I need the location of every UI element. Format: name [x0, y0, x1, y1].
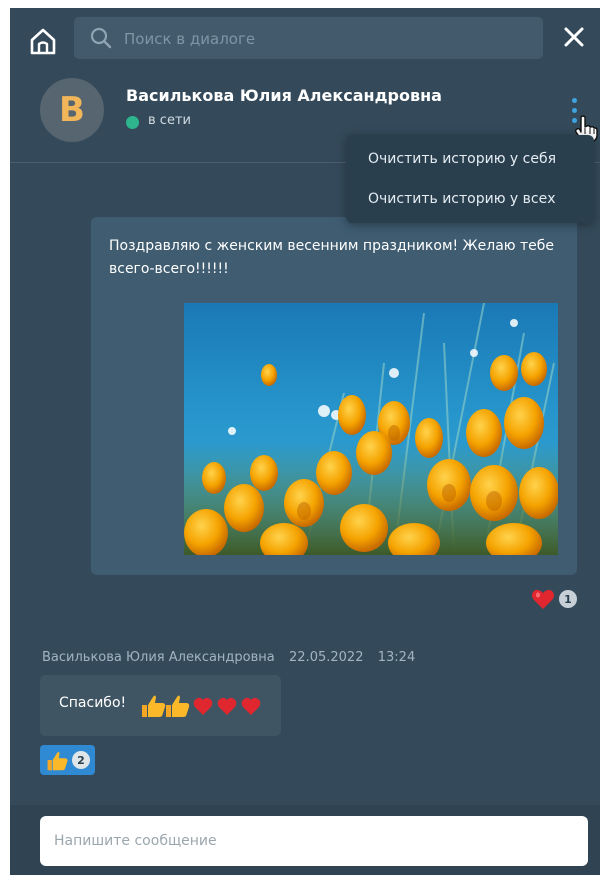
- avatar[interactable]: В: [40, 78, 104, 142]
- reaction-count: 1: [559, 590, 577, 608]
- heart-icon: [532, 589, 554, 609]
- close-icon[interactable]: [562, 25, 586, 49]
- clear-history-self[interactable]: Очистить историю у себя: [346, 139, 594, 179]
- chat-panel: В Василькова Юлия Александровна в сети О…: [10, 8, 600, 875]
- composer: [10, 805, 600, 875]
- search-box: [74, 17, 543, 61]
- online-status-dot: [126, 116, 139, 129]
- heart-icon: [241, 697, 261, 715]
- reaction-heart[interactable]: 1: [531, 587, 587, 611]
- thumbs-up-icon: [142, 695, 166, 717]
- avatar-initial: В: [59, 90, 85, 130]
- reply-text: Спасибо!: [59, 695, 127, 711]
- thumbs-up-icon: [166, 695, 190, 717]
- message-meta: Василькова Юлия Александровна 22.05.2022…: [42, 650, 415, 665]
- emoji-row: [142, 695, 261, 717]
- reaction-thumbs-up[interactable]: 2: [40, 745, 95, 775]
- message-text: Поздравляю с женским весенним праздником…: [109, 238, 555, 277]
- message-time: 13:24: [377, 650, 416, 665]
- reply-bubble[interactable]: Спасибо!: [40, 675, 281, 736]
- author-name: Василькова Юлия Александровна: [42, 650, 275, 665]
- home-icon[interactable]: [28, 26, 58, 56]
- thumbs-up-icon: [47, 751, 68, 771]
- clear-history-all[interactable]: Очистить историю у всех: [346, 179, 594, 219]
- reaction-count: 2: [72, 751, 90, 769]
- online-status-text: в сети: [148, 113, 191, 128]
- heart-icon: [217, 697, 237, 715]
- message-input[interactable]: [40, 816, 588, 866]
- context-menu: Очистить историю у себя Очистить историю…: [346, 135, 594, 223]
- message-photo[interactable]: [184, 303, 558, 555]
- search-icon: [90, 27, 112, 49]
- message-card[interactable]: Поздравляю с женским весенним праздником…: [91, 217, 577, 575]
- search-input[interactable]: [122, 17, 536, 61]
- contact-name: Василькова Юлия Александровна: [126, 86, 442, 105]
- message-date: 22.05.2022: [289, 650, 364, 665]
- flowers-image: [184, 303, 558, 555]
- heart-icon: [193, 697, 213, 715]
- top-bar: [10, 8, 600, 66]
